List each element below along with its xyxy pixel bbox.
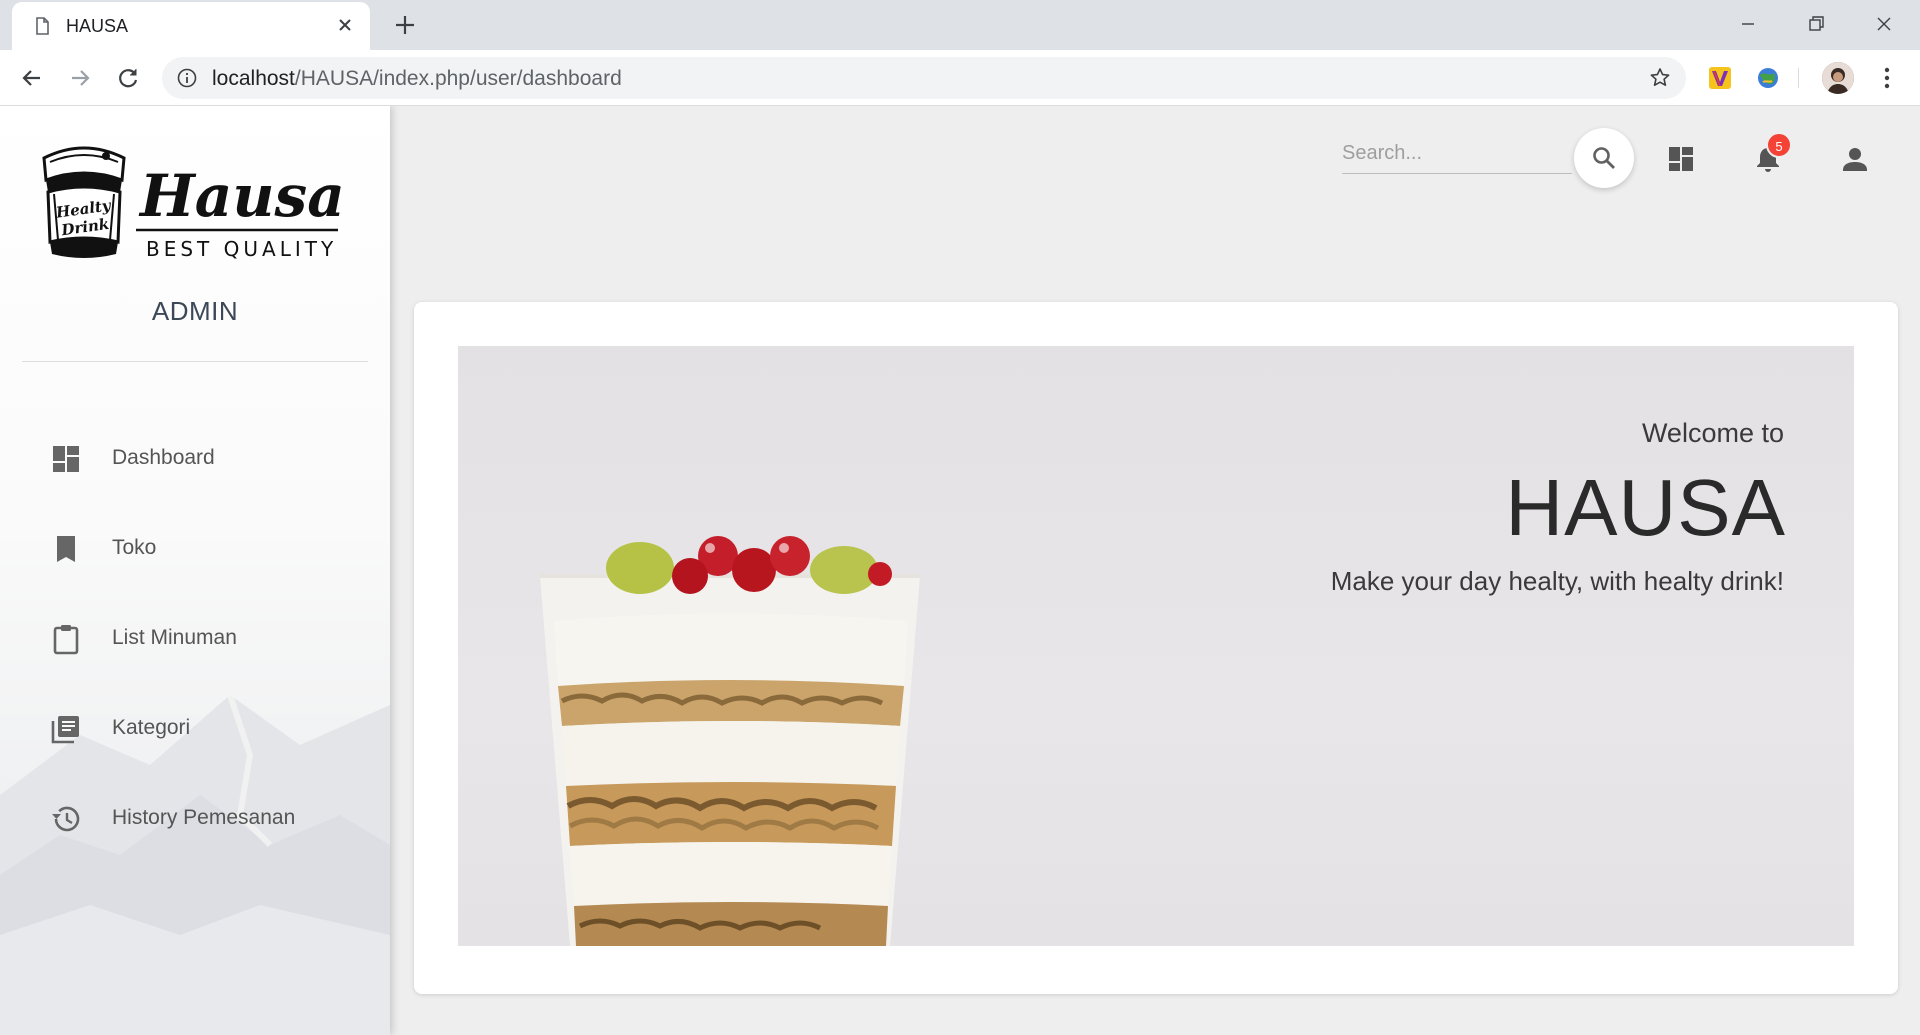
hero-tagline: Make your day healty, with healty drink! — [1330, 566, 1784, 596]
tab-title: HAUSA — [66, 16, 129, 36]
sidebar-divider — [22, 361, 368, 362]
new-tab-icon[interactable] — [392, 12, 418, 38]
avatar-image — [1822, 62, 1854, 94]
sidebar-item-history-pemesanan[interactable]: History Pemesanan — [0, 788, 390, 848]
back-icon[interactable] — [18, 64, 46, 92]
sidebar-item-label: Toko — [112, 536, 157, 559]
sidebar-item-label: List Minuman — [112, 626, 237, 649]
site-info-icon[interactable] — [176, 67, 198, 89]
browser-toolbar: localhost/HAUSA/index.php/user/dashboard — [0, 50, 1920, 106]
notification-count-badge: 5 — [1766, 132, 1792, 158]
browser-tab[interactable]: HAUSA — [12, 2, 370, 50]
user-account-icon[interactable] — [1840, 144, 1870, 174]
history-icon — [52, 806, 80, 832]
reload-icon[interactable] — [114, 64, 142, 92]
logo-tagline: BEST QUALITY — [146, 237, 337, 261]
close-tab-icon[interactable] — [334, 14, 356, 36]
url-path: /HAUSA/index.php/user/dashboard — [294, 67, 622, 90]
parfait-image — [540, 536, 920, 946]
sidebar-item-label: Kategori — [112, 716, 191, 739]
extension-v-icon[interactable] — [1706, 64, 1734, 92]
minimize-icon[interactable] — [1734, 10, 1762, 38]
browser-tabstrip: HAUSA — [0, 0, 1920, 50]
sidebar-role-title: ADMIN — [151, 296, 239, 326]
url-text: localhost/HAUSA/index.php/user/dashboard — [212, 67, 622, 91]
search-icon — [1593, 147, 1615, 169]
bookmark-star-icon[interactable] — [1648, 66, 1672, 90]
search-input[interactable] — [1342, 134, 1572, 172]
sidebar-item-label: History Pemesanan — [112, 806, 296, 829]
forward-icon[interactable] — [66, 64, 94, 92]
search-button[interactable] — [1574, 128, 1634, 188]
logo-brand: Hausa — [138, 162, 345, 230]
hausa-logo: Healty Drink Hausa BEST QUALITY — [42, 146, 345, 261]
hero-banner: Welcome to HAUSA Make your day healty, w… — [458, 346, 1854, 946]
toolbar-separator — [1798, 68, 1799, 88]
sidebar-item-toko[interactable]: Toko — [0, 518, 390, 578]
dashboard-icon — [53, 446, 79, 472]
more-menu-icon[interactable] — [1876, 64, 1898, 92]
dashboard-apps-icon[interactable] — [1666, 144, 1696, 174]
sidebar-item-dashboard[interactable]: Dashboard — [0, 428, 390, 488]
url-host: localhost — [212, 67, 295, 90]
sidebar-item-list-minuman[interactable]: List Minuman — [0, 608, 390, 668]
address-bar[interactable]: localhost/HAUSA/index.php/user/dashboard — [162, 57, 1686, 99]
restore-icon[interactable] — [1802, 10, 1830, 38]
extension-globe-icon[interactable] — [1754, 64, 1782, 92]
app-page: Healty Drink Hausa BEST QUALITY ADMIN Da… — [0, 106, 1920, 1035]
hero-welcome-text: Welcome to — [1641, 418, 1784, 448]
library-books-icon — [51, 716, 79, 744]
sidebar-item-label: Dashboard — [112, 446, 215, 469]
close-window-icon[interactable] — [1870, 10, 1898, 38]
search-field[interactable] — [1342, 134, 1572, 174]
clipboard-icon — [53, 625, 79, 655]
sidebar: Healty Drink Hausa BEST QUALITY ADMIN Da… — [0, 106, 390, 1035]
page-icon — [36, 17, 49, 35]
sidebar-item-kategori[interactable]: Kategori — [0, 698, 390, 758]
profile-avatar[interactable] — [1822, 62, 1854, 94]
welcome-card: Welcome to HAUSA Make your day healty, w… — [414, 302, 1898, 994]
hero-title: HAUSA — [1505, 463, 1786, 552]
bookmark-icon — [57, 536, 75, 562]
